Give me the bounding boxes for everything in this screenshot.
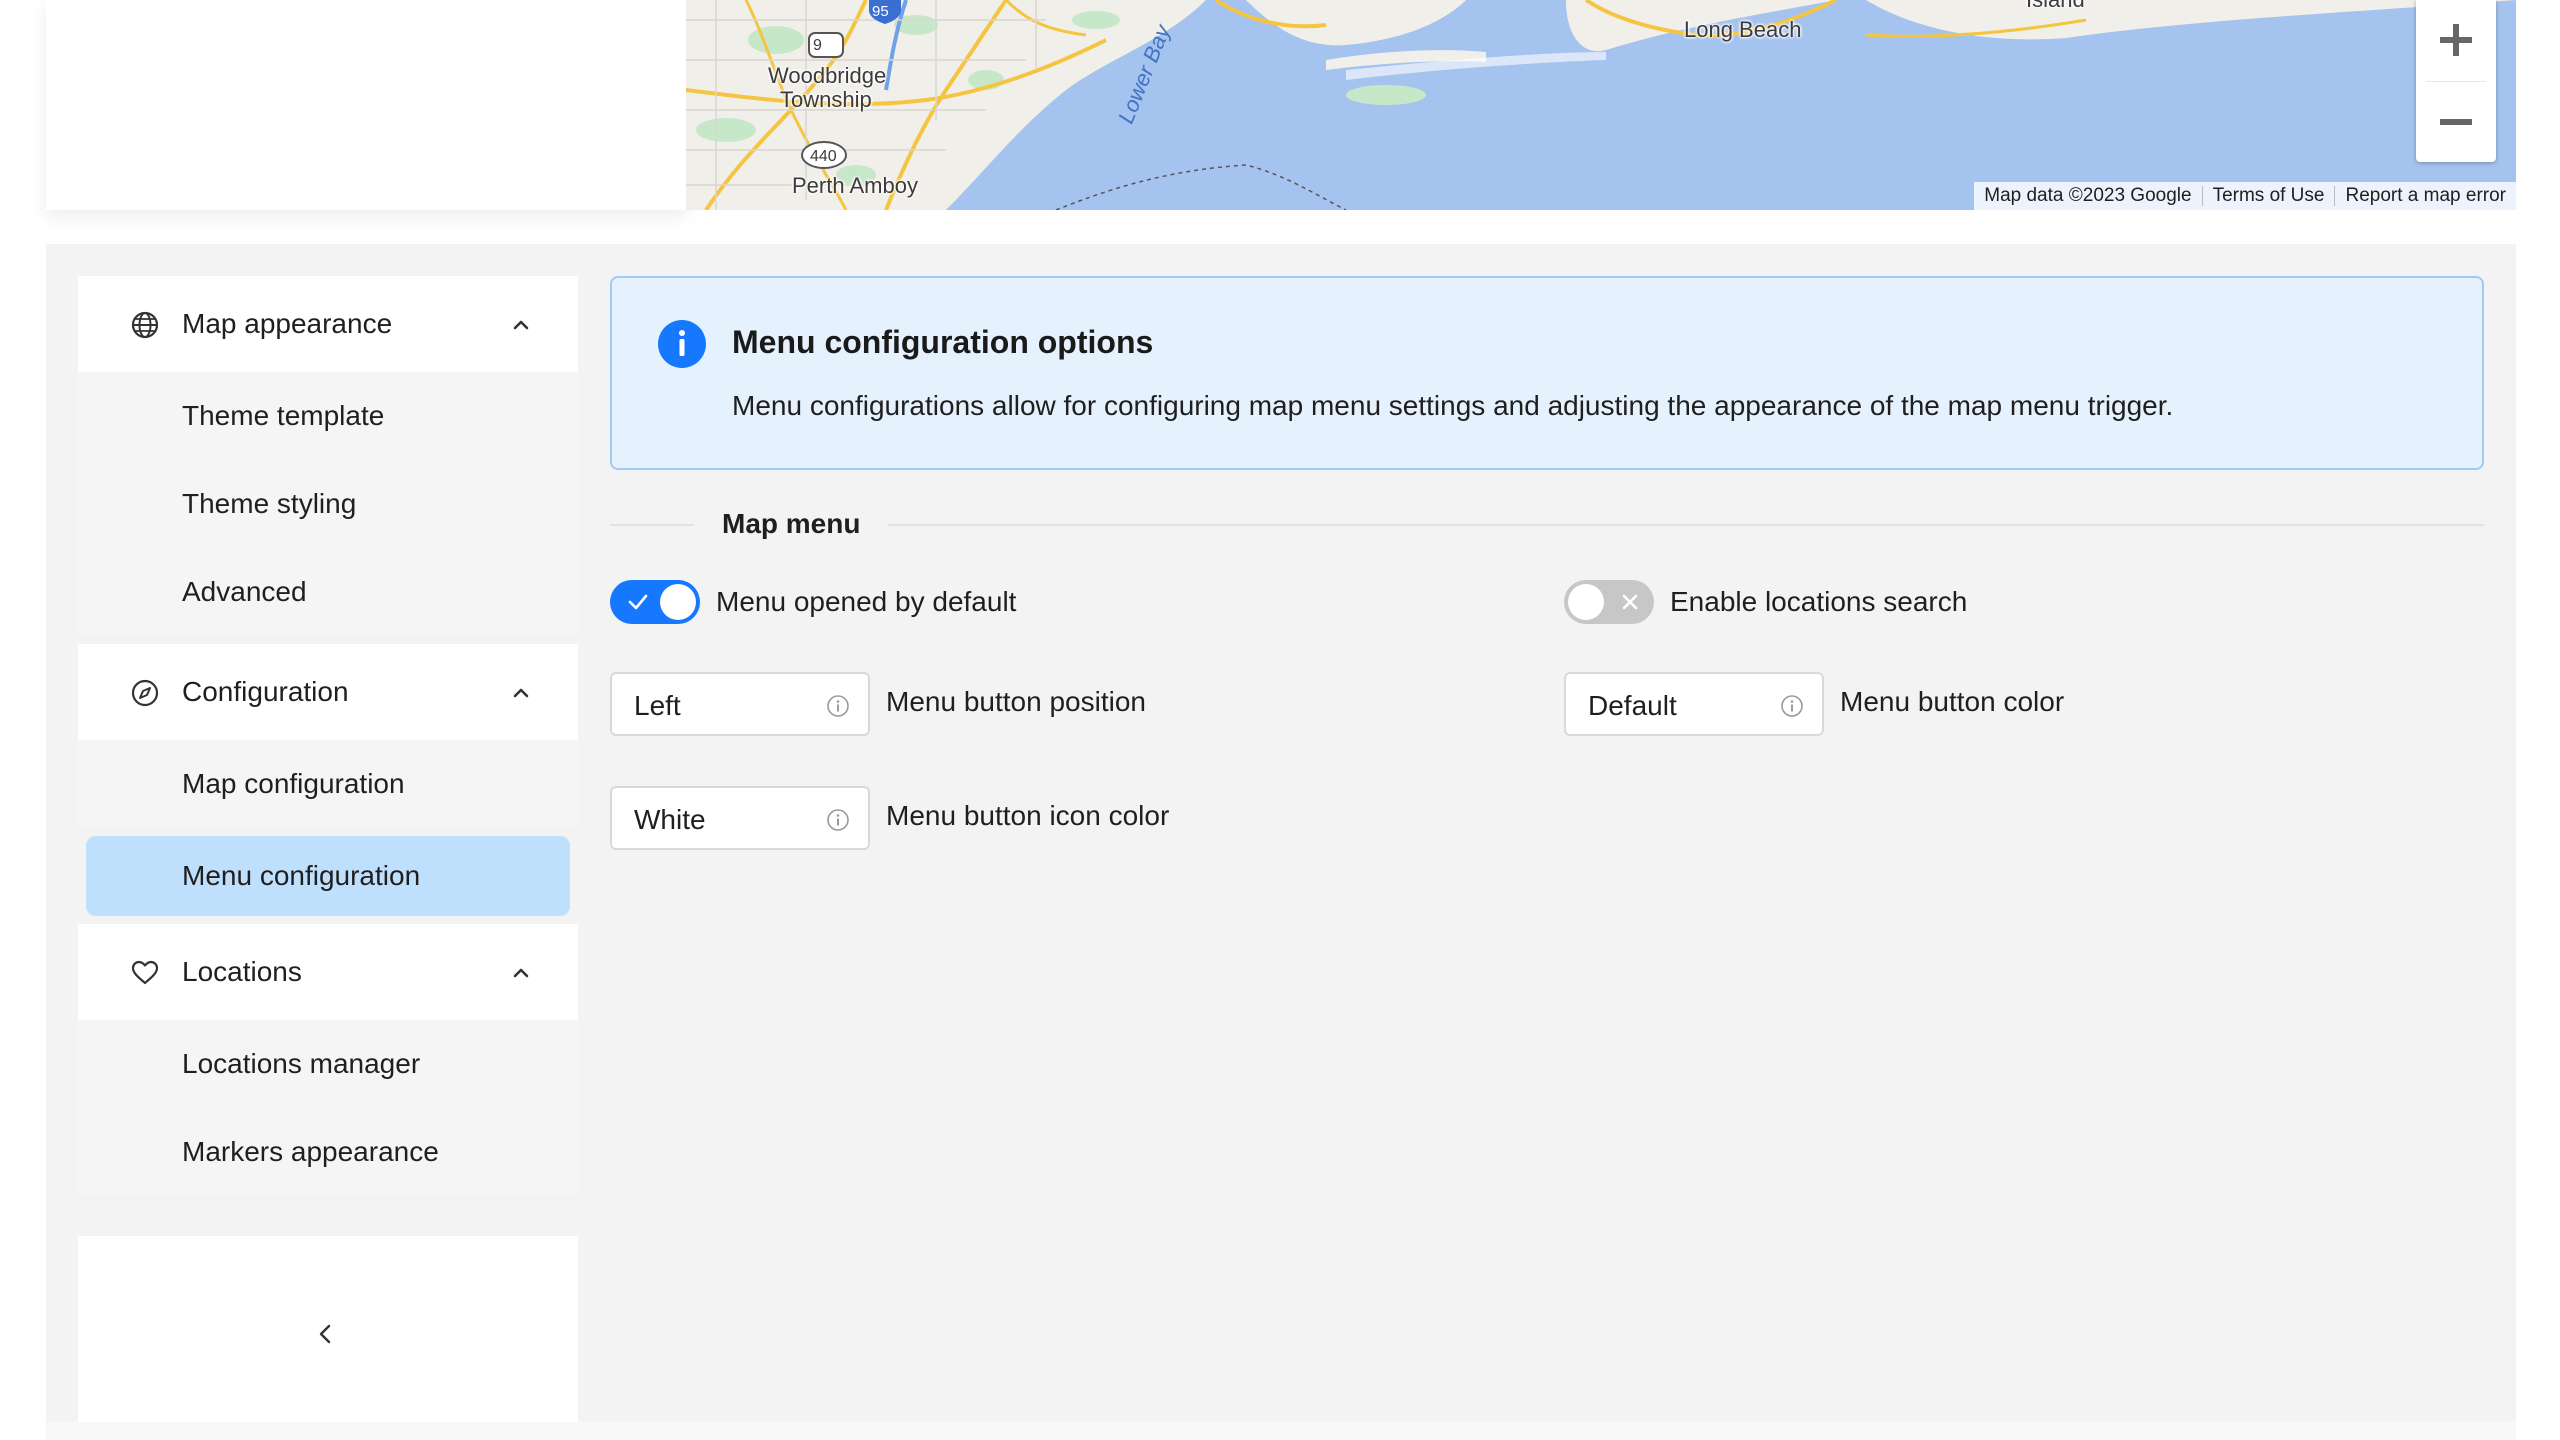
- menu-button-color-select[interactable]: Default: [1564, 672, 1824, 736]
- menu-button-position-select[interactable]: Left: [610, 672, 870, 736]
- chevron-up-icon: [513, 968, 529, 978]
- locations-search-label: Enable locations search: [1670, 586, 1968, 617]
- sidebar-footer: [78, 1236, 578, 1430]
- section-title-map-menu: Map menu: [722, 508, 861, 539]
- info-circle-icon: [1781, 695, 1803, 717]
- settings-content: Menu configuration options Menu configur…: [610, 276, 2484, 1376]
- select-value: White: [634, 804, 706, 835]
- sidebar-group-label: Configuration: [182, 676, 349, 707]
- woodbridge-label: Woodbridge: [768, 63, 887, 88]
- plus-icon: [2440, 24, 2472, 56]
- zoom-control: [2416, 0, 2496, 162]
- menu-button-position-label: Menu button position: [886, 686, 1146, 717]
- close-icon: [1622, 594, 1638, 610]
- terms-of-use-link[interactable]: Terms of Use: [2203, 182, 2335, 210]
- chevron-left-icon: [319, 1324, 331, 1344]
- zoom-in-button[interactable]: [2416, 0, 2496, 80]
- sidebar-item-markers-appearance[interactable]: Markers appearance: [78, 1108, 578, 1196]
- menu-button-icon-color-select[interactable]: White: [610, 786, 870, 850]
- zoom-out-button[interactable]: [2416, 82, 2496, 162]
- sidebar-item-menu-configuration[interactable]: Menu configuration: [86, 836, 570, 916]
- chevron-up-icon: [513, 320, 529, 330]
- toggle-knob: [660, 584, 696, 620]
- map-data-credit: Map data ©2023 Google: [1984, 185, 2192, 206]
- map-tiles: [686, 0, 2516, 210]
- toggle-knob: [1568, 584, 1604, 620]
- sidebar-group-configuration[interactable]: Configuration: [78, 644, 578, 740]
- info-title: Menu configuration options: [732, 324, 1154, 360]
- island-label: Island: [2026, 0, 2085, 12]
- map-attribution: Map data ©2023 Google Terms of Use Repor…: [1974, 182, 2516, 210]
- menu-button-icon-color-label: Menu button icon color: [886, 800, 1170, 831]
- collapse-sidebar-button[interactable]: [306, 1314, 346, 1354]
- chevron-up-icon: [513, 688, 529, 698]
- route-440-label: 440: [810, 148, 837, 165]
- sidebar-item-advanced[interactable]: Advanced: [78, 548, 578, 636]
- settings-panel: Map appearance Theme template Theme styl…: [46, 244, 2516, 1430]
- menu-button-color-label: Menu button color: [1840, 686, 2065, 717]
- township-label: Township: [780, 87, 872, 112]
- info-alert: Menu configuration options Menu configur…: [610, 276, 2484, 470]
- info-circle-icon: [827, 809, 849, 831]
- preview-left-pane: [46, 0, 686, 210]
- compass-icon: [131, 679, 159, 707]
- locations-search-toggle[interactable]: [1564, 580, 1654, 624]
- info-icon: [658, 320, 706, 368]
- globe-icon: [131, 311, 159, 339]
- perth-amboy-label: Perth Amboy: [792, 173, 918, 198]
- sidebar-group-label: Map appearance: [182, 308, 393, 339]
- sidebar-group-map-appearance[interactable]: Map appearance: [78, 276, 578, 372]
- sidebar-group-locations[interactable]: Locations: [78, 924, 578, 1020]
- menu-opened-label: Menu opened by default: [716, 586, 1017, 617]
- sidebar-item-map-configuration[interactable]: Map configuration: [78, 740, 578, 828]
- section-divider: [610, 524, 694, 526]
- sidebar-item-theme-styling[interactable]: Theme styling: [78, 460, 578, 548]
- route-9-label: 9: [813, 37, 822, 54]
- section-divider: [888, 524, 2484, 526]
- sidebar-item-locations-manager[interactable]: Locations manager: [78, 1020, 578, 1108]
- heart-icon: [131, 960, 159, 985]
- settings-sidebar: Map appearance Theme template Theme styl…: [78, 276, 578, 1430]
- check-icon: [628, 594, 648, 610]
- route-95-label: 95: [872, 3, 889, 20]
- report-map-error-link[interactable]: Report a map error: [2335, 182, 2516, 210]
- long-beach-label: Long Beach: [1684, 17, 1802, 42]
- sidebar-item-theme-template[interactable]: Theme template: [78, 372, 578, 460]
- select-value: Default: [1588, 690, 1677, 721]
- info-description: Menu configurations allow for configurin…: [732, 390, 2174, 421]
- page-bottom-edge: [46, 1422, 2516, 1440]
- sidebar-group-label: Locations: [182, 956, 302, 987]
- select-value: Left: [634, 690, 681, 721]
- map-preview[interactable]: 9 95 440 Woodbridge Township Perth Amboy…: [686, 0, 2516, 210]
- minus-icon: [2440, 119, 2472, 125]
- menu-opened-toggle[interactable]: [610, 580, 700, 624]
- info-circle-icon: [827, 695, 849, 717]
